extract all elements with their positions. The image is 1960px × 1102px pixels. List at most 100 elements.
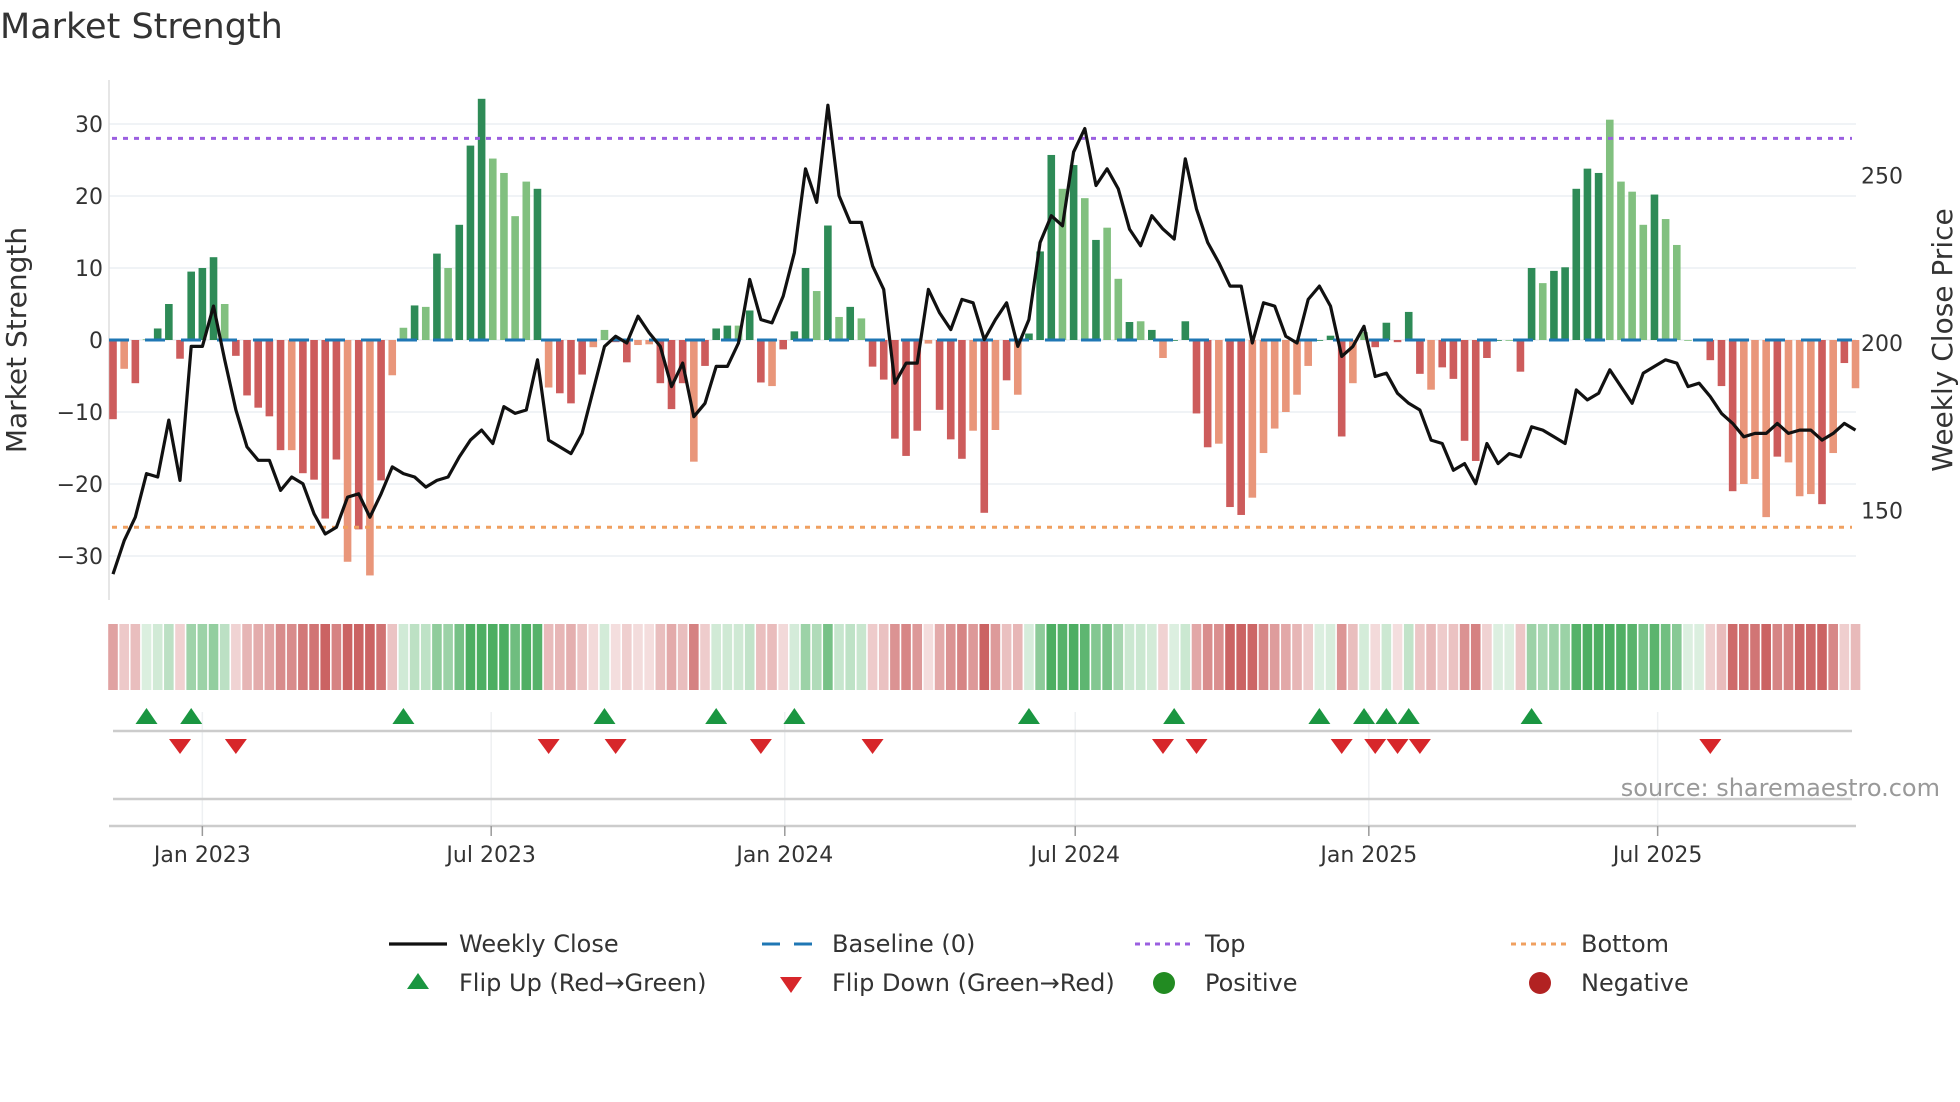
strip-cell (1258, 624, 1269, 690)
negative-bar (958, 340, 966, 459)
negative-bar (1259, 340, 1268, 454)
strip-cell (1057, 624, 1068, 690)
negative-bar (176, 340, 184, 359)
strip-cell (443, 624, 453, 690)
flip-up-triangle-icon (1397, 708, 1420, 724)
negative-bar (1784, 340, 1793, 463)
positive-bar (1404, 311, 1413, 340)
strip-cell (1627, 624, 1637, 690)
positive-bar (533, 188, 542, 340)
strip-cell (1470, 624, 1481, 690)
strip-cell (644, 624, 654, 690)
strip-cell (1381, 624, 1392, 690)
strip-cell (1068, 624, 1079, 690)
strip-cell (968, 624, 978, 690)
legend-item: Flip Down (Green→Red) (780, 969, 1115, 997)
positive-bar (1080, 198, 1089, 340)
strip-cell (1448, 624, 1459, 690)
strip-cell (1515, 624, 1526, 690)
triangle-up-icon (407, 973, 429, 989)
strip-cell (1292, 624, 1302, 690)
positive-bar (824, 225, 832, 340)
strip-cell (365, 624, 375, 690)
chart-title: Market Strength (0, 7, 283, 47)
strip-cell (1236, 624, 1246, 690)
negative-bar (779, 340, 787, 350)
positive-bar (488, 158, 497, 340)
positive-bar (1047, 154, 1056, 340)
flip-up-triangle-icon (1375, 708, 1398, 724)
y-tick-label: 30 (75, 113, 103, 138)
strip-cell (152, 624, 163, 690)
positive-bar (1583, 168, 1592, 340)
negative-bar (879, 340, 888, 380)
strip-cell (1113, 624, 1124, 690)
flip-down-triangle-icon (537, 739, 560, 754)
legend-label: Baseline (0) (832, 930, 975, 958)
strip-cell (1348, 624, 1358, 690)
flip-up-triangle-icon (783, 708, 806, 724)
negative-bar (946, 340, 955, 440)
strip-cell (1616, 624, 1626, 690)
x-tick-label: Jul 2023 (444, 843, 536, 868)
strip-cell (856, 624, 867, 690)
legend-label: Negative (1581, 969, 1689, 997)
negative-bar (287, 340, 296, 451)
negative-bar (131, 340, 140, 384)
strip-cell (141, 624, 152, 690)
strip-cell (1571, 624, 1582, 690)
negative-bar (321, 340, 330, 519)
strip-cell (555, 624, 565, 690)
negative-bar (1740, 340, 1748, 484)
strip-cell (1817, 624, 1827, 690)
negative-bar (1728, 340, 1737, 492)
negative-bar (701, 340, 709, 366)
strip-cell (1672, 624, 1682, 690)
y2-tick-label: 250 (1861, 165, 1903, 190)
strip-cell (1024, 624, 1034, 690)
strip-cell (409, 624, 420, 690)
strip-cell (912, 624, 923, 690)
positive-bar (1527, 268, 1536, 340)
circle-icon (1153, 972, 1175, 994)
flip-down-triangle-icon (604, 739, 627, 754)
strip-cell (1660, 624, 1671, 690)
strip-cell (566, 624, 576, 690)
negative-bar (1270, 340, 1279, 429)
flip-down-triangle-icon (1185, 739, 1208, 754)
strip-cell (957, 624, 967, 690)
strip-cell (1202, 624, 1213, 690)
strip-cell (1214, 624, 1224, 690)
positive-bar (846, 306, 855, 340)
negative-bar (1483, 340, 1491, 358)
flip-up-triangle-icon (593, 708, 616, 724)
strength-heat-strip (108, 624, 1861, 690)
strip-cell (487, 624, 498, 690)
positive-bar (801, 268, 810, 340)
negative-bar (1304, 340, 1312, 366)
strip-cell (867, 624, 878, 690)
legend-item: Positive (1153, 969, 1298, 997)
positive-bar (1617, 181, 1625, 340)
negative-bar (556, 340, 564, 394)
strip-cell (298, 624, 308, 690)
strip-cell (767, 624, 777, 690)
y-tick-label: 0 (89, 329, 103, 354)
flip-up-triangle-icon (392, 708, 415, 724)
strip-cell (320, 624, 331, 690)
strip-cell (1046, 624, 1057, 690)
negative-bar (1773, 340, 1782, 457)
positive-bar (1382, 322, 1391, 340)
flip-up-triangle-icon (135, 708, 158, 724)
positive-bar (522, 181, 531, 340)
negative-bar (935, 340, 944, 410)
strip-cell (309, 624, 319, 690)
flip-up-triangle-icon (180, 708, 203, 724)
negative-bar (1818, 340, 1826, 505)
positive-bar (1505, 340, 1514, 341)
strip-cell (1124, 624, 1135, 690)
triangle-down-icon (780, 977, 802, 993)
negative-bar (902, 340, 910, 456)
strip-cell (1169, 624, 1179, 690)
strip-cell (1750, 624, 1760, 690)
